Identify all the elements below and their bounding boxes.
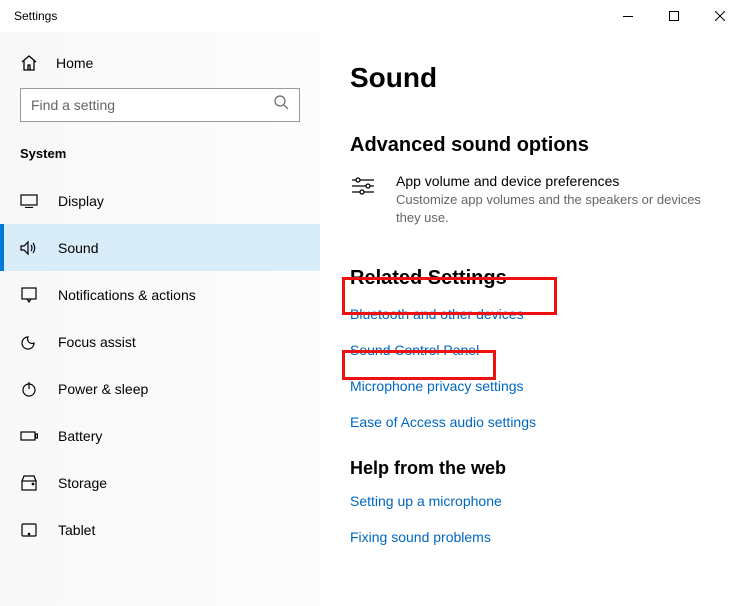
- link-setup-microphone[interactable]: Setting up a microphone: [350, 493, 743, 509]
- home-icon: [20, 54, 38, 72]
- search-input[interactable]: [31, 97, 274, 113]
- search-box[interactable]: [20, 88, 300, 122]
- power-icon: [20, 380, 38, 398]
- storage-icon: [20, 474, 38, 492]
- sidebar-item-label: Sound: [58, 240, 98, 256]
- sidebar-item-tablet[interactable]: Tablet: [0, 506, 320, 553]
- home-button[interactable]: Home: [0, 44, 320, 82]
- titlebar: Settings: [0, 0, 743, 32]
- focus-assist-icon: [20, 333, 38, 351]
- link-ease-of-access-audio[interactable]: Ease of Access audio settings: [350, 414, 743, 430]
- section-label: System: [0, 140, 320, 177]
- sidebar: Home System Display Sound Notifications …: [0, 32, 320, 606]
- related-settings-heading: Related Settings: [350, 267, 743, 290]
- sidebar-item-label: Notifications & actions: [58, 287, 196, 303]
- home-label: Home: [56, 55, 93, 71]
- sidebar-item-power-sleep[interactable]: Power & sleep: [0, 365, 320, 412]
- sidebar-item-sound[interactable]: Sound: [0, 224, 320, 271]
- main-content: Sound Advanced sound options App volume …: [320, 32, 743, 606]
- sidebar-item-focus-assist[interactable]: Focus assist: [0, 318, 320, 365]
- advanced-heading: Advanced sound options: [350, 134, 743, 157]
- link-fixing-sound-problems[interactable]: Fixing sound problems: [350, 529, 743, 545]
- page-title: Sound: [350, 62, 743, 94]
- sidebar-item-label: Storage: [58, 475, 107, 491]
- window-title: Settings: [14, 9, 605, 23]
- minimize-button[interactable]: [605, 0, 651, 32]
- maximize-button[interactable]: [651, 0, 697, 32]
- sidebar-item-label: Display: [58, 193, 104, 209]
- sidebar-item-notifications[interactable]: Notifications & actions: [0, 271, 320, 318]
- sidebar-item-label: Battery: [58, 428, 102, 444]
- sidebar-item-storage[interactable]: Storage: [0, 459, 320, 506]
- sidebar-item-battery[interactable]: Battery: [0, 412, 320, 459]
- display-icon: [20, 192, 38, 210]
- sidebar-item-display[interactable]: Display: [0, 177, 320, 224]
- sidebar-item-label: Tablet: [58, 522, 95, 538]
- link-bluetooth-devices[interactable]: Bluetooth and other devices: [350, 306, 743, 322]
- help-heading: Help from the web: [350, 458, 743, 479]
- sliders-icon: [350, 175, 378, 202]
- window-controls: [605, 0, 743, 32]
- app-volume-title: App volume and device preferences: [396, 173, 713, 189]
- sidebar-item-label: Focus assist: [58, 334, 136, 350]
- battery-icon: [20, 427, 38, 445]
- app-volume-preferences-row[interactable]: App volume and device preferences Custom…: [350, 173, 743, 227]
- close-button[interactable]: [697, 0, 743, 32]
- search-icon: [274, 95, 289, 115]
- notifications-icon: [20, 286, 38, 304]
- sound-icon: [20, 239, 38, 257]
- app-volume-desc: Customize app volumes and the speakers o…: [396, 191, 713, 227]
- sidebar-item-label: Power & sleep: [58, 381, 148, 397]
- tablet-icon: [20, 521, 38, 539]
- link-sound-control-panel[interactable]: Sound Control Panel: [350, 342, 743, 358]
- link-microphone-privacy[interactable]: Microphone privacy settings: [350, 378, 743, 394]
